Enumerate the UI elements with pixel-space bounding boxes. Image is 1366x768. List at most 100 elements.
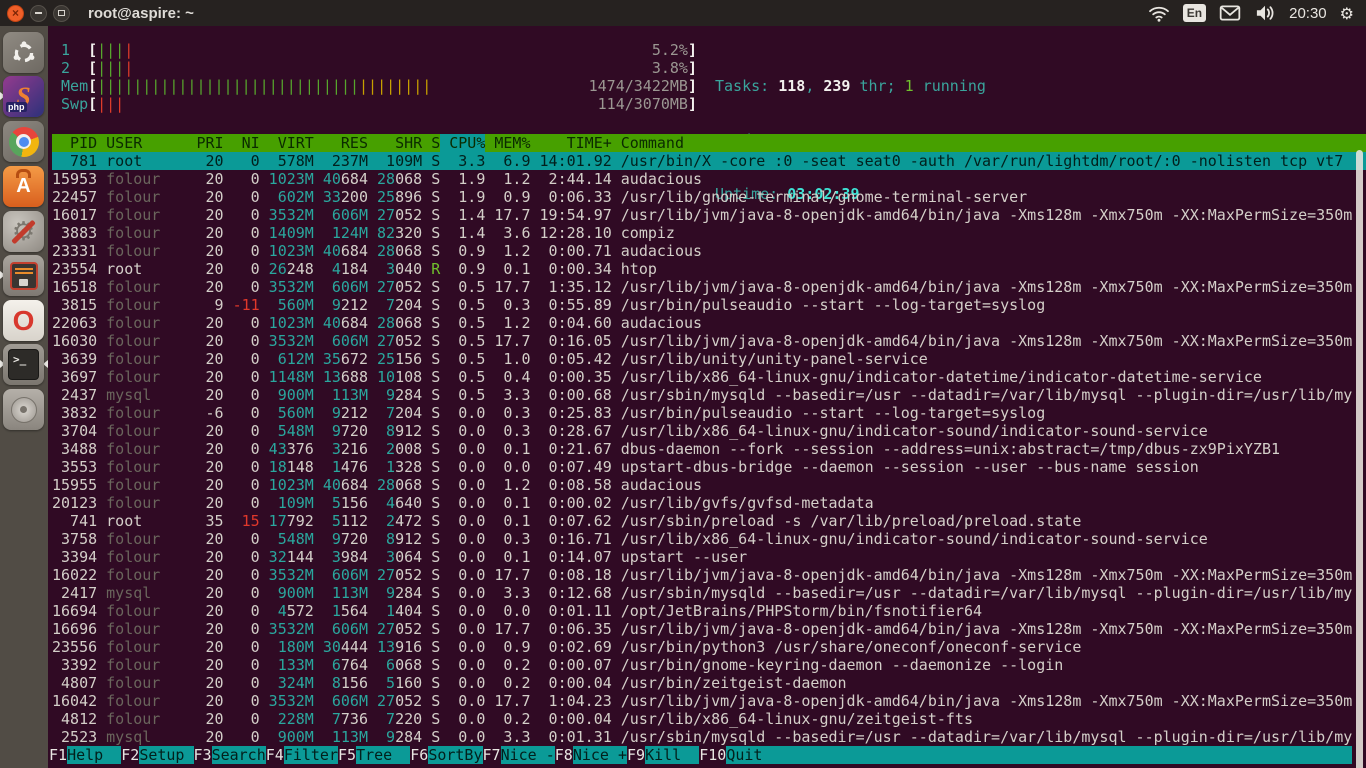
fkey-label-nice--[interactable]: Nice - [501, 746, 555, 764]
process-row-3758[interactable]: 3758folour200548M97208912S0.00.30:16.71/… [52, 530, 1366, 548]
column-header-pri[interactable]: PRI [187, 134, 223, 152]
fkey-f6[interactable]: F6 [410, 746, 428, 764]
pri-cell: 20 [187, 692, 223, 710]
state-cell: S [422, 458, 440, 476]
process-row-16022[interactable]: 16022folour2003532M606M27052S0.017.70:08… [52, 566, 1366, 584]
column-header-ni[interactable]: NI [224, 134, 260, 152]
process-row-22457[interactable]: 22457folour200602M3320025896S1.90.90:06.… [52, 188, 1366, 206]
fkey-f3[interactable]: F3 [194, 746, 212, 764]
mail-icon[interactable] [1219, 5, 1241, 21]
process-row-15953[interactable]: 15953folour2001023M4068428068S1.91.22:44… [52, 170, 1366, 188]
process-row-2417[interactable]: 2417mysql200900M113M9284S0.03.30:12.68/u… [52, 584, 1366, 602]
shr-cell: 3040 [368, 260, 422, 278]
shr-cell: 2008 [368, 440, 422, 458]
process-row-3883[interactable]: 3883folour2001409M124M82320S1.43.612:28.… [52, 224, 1366, 242]
column-header-user[interactable]: USER [97, 134, 187, 152]
close-button[interactable]: × [7, 5, 24, 22]
column-header-command[interactable]: Command [612, 134, 1366, 152]
volume-icon[interactable] [1254, 4, 1276, 22]
column-header-pid[interactable]: PID [52, 134, 97, 152]
fkey-label-tree[interactable]: Tree [356, 746, 410, 764]
window-title: root@aspire: ~ [88, 5, 194, 22]
column-header-shr[interactable]: SHR [368, 134, 422, 152]
process-row-15955[interactable]: 15955folour2001023M4068428068S0.01.20:08… [52, 476, 1366, 494]
process-row-23556[interactable]: 23556folour200180M3044413916S0.00.90:02.… [52, 638, 1366, 656]
process-row-23554[interactable]: 23554root2002624841843040R0.90.10:00.34h… [52, 260, 1366, 278]
fkey-f5[interactable]: F5 [338, 746, 356, 764]
fkey-label-sortby[interactable]: SortBy [428, 746, 482, 764]
process-row-16030[interactable]: 16030folour2003532M606M27052S0.517.70:16… [52, 332, 1366, 350]
file-archiver-launcher-icon[interactable] [3, 255, 44, 296]
column-header-cpu[interactable]: CPU% [440, 134, 485, 152]
process-row-3488[interactable]: 3488folour2004337632162008S0.00.10:21.67… [52, 440, 1366, 458]
fkey-label-search[interactable]: Search [212, 746, 266, 764]
process-row-741[interactable]: 741root35151779251122472S0.00.10:07.62/u… [52, 512, 1366, 530]
terminal-scrollbar[interactable] [1356, 150, 1363, 768]
time-cell: 0:01.31 [531, 728, 612, 746]
process-row-4812[interactable]: 4812folour200228M77367220S0.00.20:00.04/… [52, 710, 1366, 728]
process-row-3697[interactable]: 3697folour2001148M1368810108S0.50.40:00.… [52, 368, 1366, 386]
process-row-20123[interactable]: 20123folour200109M51564640S0.00.10:00.02… [52, 494, 1366, 512]
system-settings-launcher-icon[interactable]: ⚙ [3, 211, 44, 252]
process-row-16042[interactable]: 16042folour2003532M606M27052S0.017.71:04… [52, 692, 1366, 710]
ni-cell: 0 [224, 206, 260, 224]
fkey-f1[interactable]: F1 [49, 746, 67, 764]
command-cell: /usr/sbin/mysqld --basedir=/usr --datadi… [612, 728, 1366, 746]
process-row-3815[interactable]: 3815folour9-11560M92127204S0.50.30:55.89… [52, 296, 1366, 314]
process-row-3832[interactable]: 3832folour-60560M92127204S0.00.30:25.83/… [52, 404, 1366, 422]
column-header-mem[interactable]: MEM% [485, 134, 530, 152]
process-row-781[interactable]: 781root200578M237M109MS3.36.914:01.92/us… [52, 152, 1366, 170]
software-center-launcher-icon[interactable]: A [3, 166, 44, 207]
wifi-icon[interactable] [1148, 4, 1170, 22]
time-cell: 0:12.68 [531, 584, 612, 602]
res-cell: 35672 [314, 350, 368, 368]
phpstorm-launcher-icon[interactable]: S php [3, 76, 44, 117]
meter-1: 1[||||5.2%] [61, 41, 697, 59]
fkey-label-help[interactable]: Help [67, 746, 121, 764]
fkey-label-nice-+[interactable]: Nice + [573, 746, 627, 764]
pid-cell: 3704 [52, 422, 97, 440]
pid-cell: 781 [52, 152, 97, 170]
column-header-state[interactable]: S [422, 134, 440, 152]
session-gear-icon[interactable]: ⚙ [1340, 4, 1354, 23]
minimize-button[interactable] [30, 5, 47, 22]
process-row-16017[interactable]: 16017folour2003532M606M27052S1.417.719:5… [52, 206, 1366, 224]
fkey-f7[interactable]: F7 [483, 746, 501, 764]
column-header-res[interactable]: RES [314, 134, 368, 152]
fkey-f9[interactable]: F9 [627, 746, 645, 764]
column-header-time[interactable]: TIME+ [531, 134, 612, 152]
state-cell: S [422, 692, 440, 710]
process-row-3392[interactable]: 3392folour200133M67646068S0.00.20:00.07/… [52, 656, 1366, 674]
fkey-label-kill[interactable]: Kill [645, 746, 699, 764]
process-row-22063[interactable]: 22063folour2001023M4068428068S0.51.20:04… [52, 314, 1366, 332]
chromium-launcher-icon[interactable] [3, 121, 44, 162]
process-row-2523[interactable]: 2523mysql200900M113M9284S0.03.30:01.31/u… [52, 728, 1366, 746]
keyboard-layout-indicator[interactable]: En [1183, 4, 1206, 22]
fkey-f10[interactable]: F10 [699, 746, 726, 764]
process-row-16694[interactable]: 16694folour200457215641404S0.00.00:01.11… [52, 602, 1366, 620]
disk-utility-launcher-icon[interactable] [3, 389, 44, 430]
process-row-3704[interactable]: 3704folour200548M97208912S0.00.30:28.67/… [52, 422, 1366, 440]
process-row-3553[interactable]: 3553folour2001814814761328S0.00.00:07.49… [52, 458, 1366, 476]
process-row-3639[interactable]: 3639folour200612M3567225156S0.51.00:05.4… [52, 350, 1366, 368]
process-row-16518[interactable]: 16518folour2003532M606M27052S0.517.71:35… [52, 278, 1366, 296]
fkey-label-quit[interactable]: Quit [726, 746, 1352, 764]
fkey-f2[interactable]: F2 [121, 746, 139, 764]
fkey-label-filter[interactable]: Filter [284, 746, 338, 764]
column-header-virt[interactable]: VIRT [260, 134, 314, 152]
terminal-launcher-icon[interactable]: >_ [3, 344, 44, 385]
clock[interactable]: 20:30 [1289, 5, 1327, 22]
process-row-4807[interactable]: 4807folour200324M81565160S0.00.20:00.04/… [52, 674, 1366, 692]
process-row-23331[interactable]: 23331folour2001023M4068428068S0.91.20:00… [52, 242, 1366, 260]
ubuntu-dash-button[interactable] [3, 32, 44, 73]
res-cell: 1476 [314, 458, 368, 476]
fkey-f8[interactable]: F8 [555, 746, 573, 764]
process-row-16696[interactable]: 16696folour2003532M606M27052S0.017.70:06… [52, 620, 1366, 638]
opera-launcher-icon[interactable]: O [3, 300, 44, 341]
user-cell: folour [97, 170, 187, 188]
fkey-f4[interactable]: F4 [266, 746, 284, 764]
fkey-label-setup[interactable]: Setup [139, 746, 193, 764]
maximize-button[interactable] [53, 5, 70, 22]
process-row-3394[interactable]: 3394folour2003214439843064S0.00.10:14.07… [52, 548, 1366, 566]
process-row-2437[interactable]: 2437mysql200900M113M9284S0.53.30:00.68/u… [52, 386, 1366, 404]
